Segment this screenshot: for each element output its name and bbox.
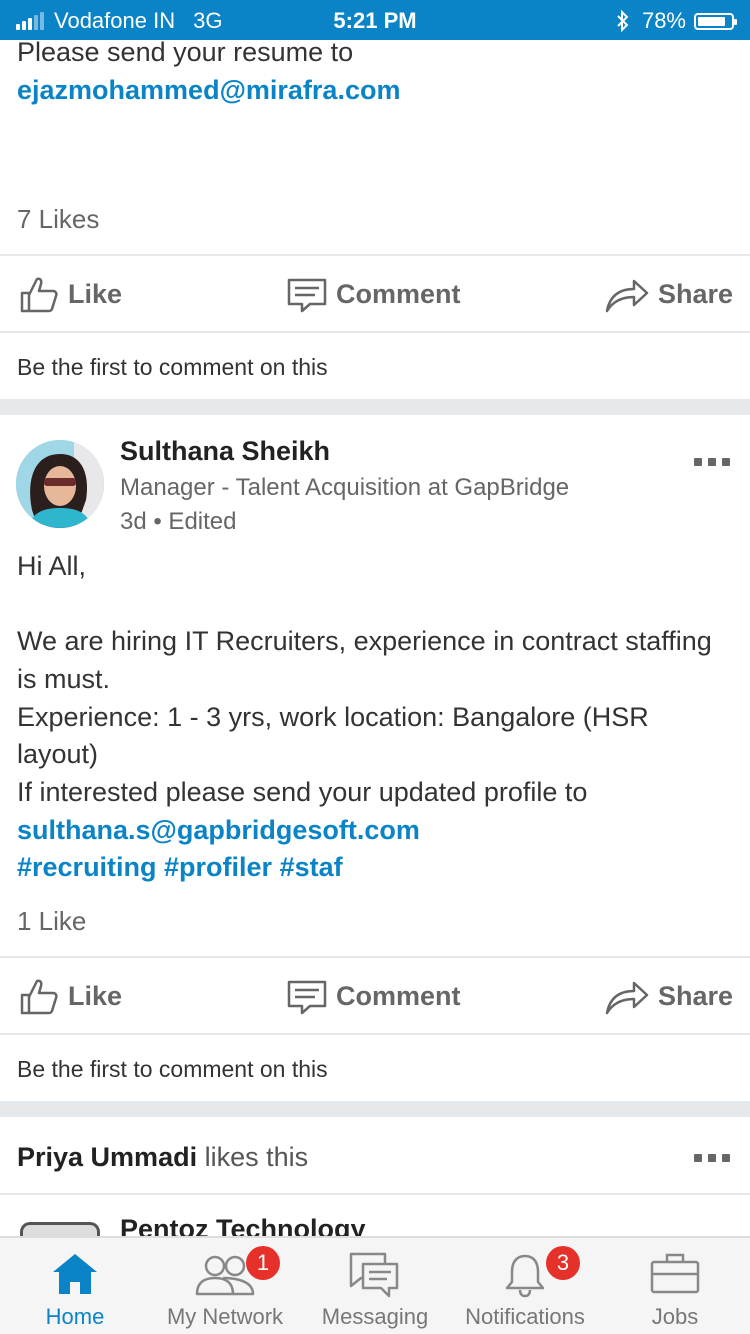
comment-button[interactable]: Comment <box>286 958 461 1034</box>
home-icon <box>53 1254 97 1294</box>
bottom-tab-bar: Home 1 My Network Messaging 3 Notificati… <box>0 1236 750 1334</box>
bluetooth-icon <box>617 10 629 32</box>
feed-separator <box>0 399 750 415</box>
briefcase-icon <box>650 1253 700 1294</box>
post-hashtags[interactable]: #recruiting #profiler #staf <box>17 848 343 886</box>
first-comment-prompt[interactable]: Be the first to comment on this <box>17 1056 328 1083</box>
post-body-text: Please send your resume to <box>17 37 354 67</box>
post-text-line: If interested please send your updated p… <box>17 777 588 807</box>
share-label: Share <box>658 980 734 1011</box>
post-actions: Like Comment Share <box>0 256 750 332</box>
like-button[interactable]: Like <box>18 958 122 1034</box>
divider <box>0 331 750 333</box>
more-options-icon[interactable] <box>688 458 730 466</box>
divider <box>0 1193 750 1195</box>
likes-count[interactable]: 7 Likes <box>17 204 99 235</box>
share-button[interactable]: Share <box>604 256 733 332</box>
feed-separator <box>0 1101 750 1117</box>
share-label: Share <box>658 278 734 309</box>
author-avatar[interactable] <box>16 440 104 528</box>
first-comment-prompt[interactable]: Be the first to comment on this <box>17 354 328 381</box>
comment-label: Comment <box>336 980 461 1011</box>
post-text-line: We are hiring IT Recruiters, experience … <box>17 626 712 656</box>
post-text-line: layout) <box>17 739 99 769</box>
tab-home[interactable]: Home <box>0 1238 150 1334</box>
divider <box>0 1033 750 1035</box>
messaging-icon <box>349 1252 399 1298</box>
share-arrow-icon <box>605 279 649 313</box>
battery-percent: 78% <box>641 8 686 33</box>
post-text-line: is must. <box>17 664 111 694</box>
comment-label: Comment <box>336 278 461 309</box>
tab-my-network[interactable]: 1 My Network <box>150 1238 300 1334</box>
comment-icon <box>287 278 327 313</box>
activity-suffix: likes this <box>197 1142 309 1172</box>
tab-label: Jobs <box>651 1304 699 1329</box>
liker-name[interactable]: Priya Ummadi <box>17 1142 197 1172</box>
comment-button[interactable]: Comment <box>286 256 461 332</box>
thumbs-up-icon <box>20 277 58 313</box>
post-timestamp: 3d • Edited <box>120 508 237 535</box>
tab-label: My Network <box>166 1304 284 1329</box>
tab-label: Messaging <box>321 1304 429 1329</box>
like-label: Like <box>68 278 123 309</box>
author-headline: Manager - Talent Acquisition at GapBridg… <box>120 474 570 501</box>
more-options-icon[interactable] <box>688 1154 730 1162</box>
notification-badge: 1 <box>246 1246 280 1280</box>
notification-badge: 3 <box>546 1246 580 1280</box>
like-button[interactable]: Like <box>18 256 122 332</box>
post-email-link[interactable]: ejazmohammed@mirafra.com <box>17 71 400 109</box>
tab-jobs[interactable]: Jobs <box>600 1238 750 1334</box>
battery-icon <box>694 12 737 30</box>
thumbs-up-icon <box>20 979 58 1015</box>
post-email-link[interactable]: sulthana.s@gapbridgesoft.com <box>17 811 420 849</box>
tab-messaging[interactable]: Messaging <box>300 1238 450 1334</box>
tab-label: Notifications <box>465 1304 585 1329</box>
like-label: Like <box>68 980 123 1011</box>
share-arrow-icon <box>605 981 649 1015</box>
post-actions: Like Comment Share <box>0 958 750 1034</box>
comment-icon <box>287 980 327 1015</box>
activity-header: Priya Ummadi likes this <box>17 1142 308 1173</box>
share-button[interactable]: Share <box>604 958 733 1034</box>
tab-label: Home <box>45 1304 105 1329</box>
author-name[interactable]: Sulthana Sheikh <box>120 436 330 467</box>
likes-count[interactable]: 1 Like <box>17 906 86 937</box>
post-greeting: Hi All, <box>17 551 87 581</box>
tab-notifications[interactable]: 3 Notifications <box>450 1238 600 1334</box>
post-text-line: Experience: 1 - 3 yrs, work location: Ba… <box>17 702 649 732</box>
bell-icon <box>505 1254 545 1298</box>
